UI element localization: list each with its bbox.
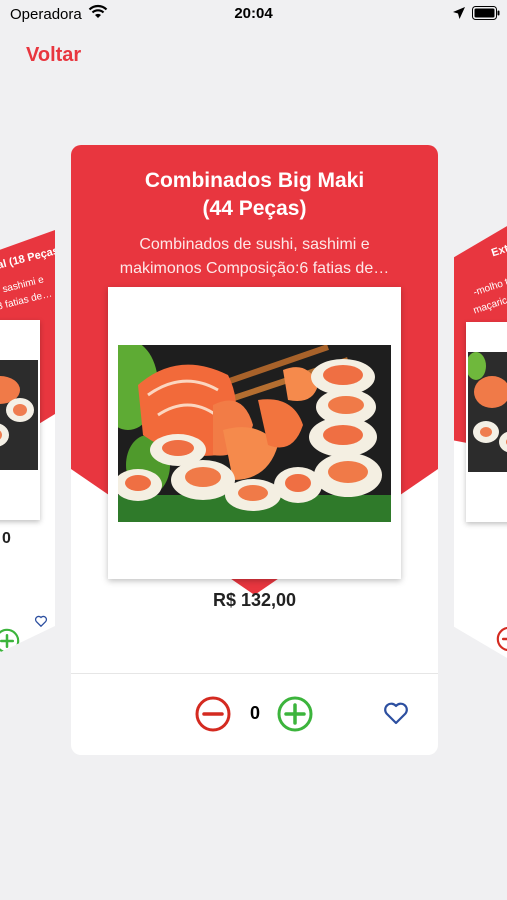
minus-circle-icon[interactable] [195,696,231,732]
heart-icon[interactable] [383,701,409,725]
product-card-next[interactable]: Extr -molho tare maçaricar etc fa R [454,222,507,662]
product-card[interactable]: Combinados Big Maki (44 Peças) Combinado… [71,145,438,755]
side-card-photo-frame [0,320,40,520]
plus-circle-icon[interactable] [0,628,20,654]
side-card-price: 0 [2,530,11,547]
divider [71,673,438,674]
product-price: R$ 132,00 [212,590,297,610]
plus-circle-icon[interactable] [277,696,313,732]
clock: 20:04 [234,5,273,22]
sushi-photo [118,345,391,522]
product-description: Combinados de sushi, sashimi e makimonos… [91,233,418,281]
battery-icon [472,6,500,20]
sushi-photo [0,360,38,470]
back-button[interactable]: Voltar [26,44,81,67]
product-photo [118,345,391,522]
location-arrow-icon [453,7,465,19]
heart-icon[interactable] [34,614,48,628]
product-title-line: (44 Peças) [202,197,307,220]
status-bar: Operadora 20:04 [0,0,507,30]
product-description-line: Combinados de sushi, sashimi e [139,236,370,253]
quantity-value: 0 [249,703,260,723]
product-title-line: Combinados Big Maki [144,169,365,192]
minus-circle-icon[interactable] [496,626,507,652]
product-photo-frame [108,287,401,579]
sushi-photo [468,352,507,472]
product-card-previous[interactable]: al (18 Peças) , sashimi e 8 fatias de… 0 [0,230,55,662]
product-description-line: makimonos Composição:6 fatias de… [119,260,390,277]
product-title: Combinados Big Maki (44 Peças) [71,167,438,223]
side-card-photo-frame [466,322,507,522]
